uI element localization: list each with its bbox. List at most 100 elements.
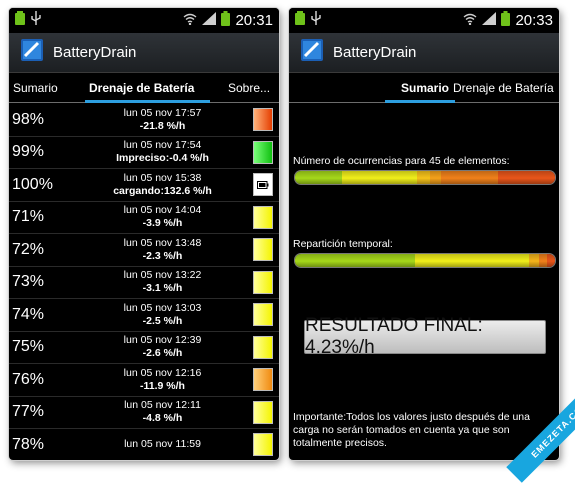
- list-item[interactable]: 98% lun 05 nov 17:57 -21.8 %/h: [9, 104, 279, 137]
- battery-percent: 78%: [12, 435, 45, 453]
- tab-sobre[interactable]: Sobre...: [228, 81, 270, 95]
- battery-notification-icon: [15, 11, 25, 30]
- reading-info: lun 05 nov 12:11 -4.8 %/h: [72, 399, 253, 425]
- reading-info: lun 05 nov 12:16 -11.9 %/h: [72, 367, 253, 393]
- status-time: 20:31: [235, 12, 273, 29]
- wifi-icon: [463, 12, 477, 30]
- battery-percent: 72%: [12, 240, 45, 258]
- usb-icon: [311, 11, 321, 30]
- tab-sumario[interactable]: Sumario: [401, 81, 449, 95]
- drain-rate: -2.6 %/h: [142, 347, 183, 360]
- drain-level-swatch: [253, 270, 273, 294]
- drain-rate: -3.1 %/h: [142, 282, 183, 295]
- list-item[interactable]: 99% lun 05 nov 17:54 Impreciso:-0.4 %/h: [9, 137, 279, 169]
- app-bar: BatteryDrain: [9, 33, 279, 73]
- status-time: 20:33: [515, 12, 553, 29]
- drain-rate: -4.8 %/h: [142, 412, 183, 425]
- battery-percent: 71%: [12, 208, 45, 226]
- reading-info: lun 05 nov 17:57 -21.8 %/h: [72, 107, 253, 133]
- temporal-bar-segment: [547, 254, 555, 267]
- list-item[interactable]: 74% lun 05 nov 13:03 -2.5 %/h: [9, 299, 279, 332]
- drain-rate: -3.9 %/h: [142, 217, 183, 230]
- temporal-bar: [295, 254, 555, 267]
- tab-bar: Sumario Drenaje de Batería: [289, 73, 559, 103]
- battery-percent: 75%: [12, 338, 45, 356]
- occurrences-bar-segment: [341, 171, 418, 184]
- wifi-icon: [183, 12, 197, 30]
- drain-level-swatch: [253, 400, 273, 424]
- signal-icon: [202, 11, 217, 30]
- list-item[interactable]: 72% lun 05 nov 13:48 -2.3 %/h: [9, 234, 279, 267]
- battery-percent: 74%: [12, 305, 45, 323]
- drain-rate: -11.9 %/h: [140, 379, 185, 392]
- status-bar: 20:31: [9, 8, 279, 33]
- signal-icon: [482, 11, 497, 30]
- app-logo-icon: [21, 39, 43, 66]
- reading-info: lun 05 nov 17:54 Impreciso:-0.4 %/h: [72, 139, 253, 165]
- reading-info: lun 05 nov 13:03 -2.5 %/h: [72, 302, 253, 328]
- drain-level-swatch: [253, 140, 273, 164]
- temporal-bar-segment: [295, 254, 415, 267]
- tab-drenaje[interactable]: Drenaje de Batería: [453, 81, 554, 95]
- drain-level-swatch: [253, 368, 273, 392]
- reading-info: lun 05 nov 12:39 -2.6 %/h: [72, 334, 253, 360]
- battery-percent: 73%: [12, 273, 45, 291]
- reading-info: lun 05 nov 14:04 -3.9 %/h: [72, 204, 253, 230]
- app-title: BatteryDrain: [333, 44, 417, 61]
- occurrences-label: Número de ocurrencias para 45 de element…: [293, 155, 510, 167]
- temporal-label: Repartición temporal:: [293, 238, 393, 250]
- drain-rate: -21.8 %/h: [139, 119, 186, 132]
- list-item[interactable]: 78% lun 05 nov 11:59: [9, 429, 279, 460]
- battery-percent: 76%: [12, 370, 45, 388]
- list-item[interactable]: 76% lun 05 nov 12:16 -11.9 %/h: [9, 364, 279, 397]
- drain-rate: -2.3 %/h: [142, 249, 183, 262]
- list-item[interactable]: 100% lun 05 nov 15:38 cargando:132.6 %/h: [9, 169, 279, 202]
- app-logo-icon: [301, 39, 323, 66]
- occurrences-bar: [295, 171, 555, 184]
- temporal-bar-segment: [529, 254, 540, 267]
- reading-info: lun 05 nov 15:38 cargando:132.6 %/h: [72, 172, 253, 198]
- tab-drenaje[interactable]: Drenaje de Batería: [89, 81, 194, 95]
- occurrences-bar-segment: [417, 171, 431, 184]
- drain-level-swatch: [253, 335, 273, 359]
- usb-icon: [31, 11, 41, 30]
- drain-level-swatch: [253, 238, 273, 262]
- final-result: RESULTADO FINAL: 4.23%/h: [304, 315, 546, 358]
- reading-date: lun 05 nov 12:16: [123, 366, 202, 379]
- list-item[interactable]: 75% lun 05 nov 12:39 -2.6 %/h: [9, 332, 279, 364]
- drain-level-swatch: [253, 108, 273, 132]
- reading-date: lun 05 nov 11:59: [124, 438, 201, 451]
- drain-level-swatch: [253, 205, 273, 229]
- drain-level-swatch: [253, 433, 273, 457]
- occurrences-bar-segment: [440, 171, 498, 184]
- reading-date: lun 05 nov 13:03: [123, 301, 202, 314]
- important-note: Importante:Todos los valores justo despu…: [293, 411, 530, 449]
- drain-level-swatch: [253, 303, 273, 327]
- occurrences-bar-segment: [430, 171, 441, 184]
- right-screen: 20:33 BatteryDrain Sumario Drenaje de Ba…: [289, 8, 559, 460]
- reading-date: lun 05 nov 14:04: [123, 204, 202, 217]
- list-item[interactable]: 71% lun 05 nov 14:04 -3.9 %/h: [9, 202, 279, 234]
- drain-rate: Impreciso:-0.4 %/h: [116, 152, 209, 165]
- reading-date: lun 05 nov 13:48: [123, 236, 202, 249]
- occurrences-bar-segment: [497, 171, 555, 184]
- reading-date: lun 05 nov 17:57: [123, 106, 202, 119]
- list-item[interactable]: 77% lun 05 nov 12:11 -4.8 %/h: [9, 397, 279, 429]
- battery-icon: [501, 10, 511, 31]
- reading-date: lun 05 nov 17:54: [123, 139, 202, 152]
- reading-info: lun 05 nov 11:59: [72, 438, 253, 451]
- temporal-bar-segment: [414, 254, 529, 267]
- occurrences-bar-segment: [295, 171, 342, 184]
- tab-sumario[interactable]: Sumario: [13, 81, 58, 95]
- list-item[interactable]: 73% lun 05 nov 13:22 -3.1 %/h: [9, 267, 279, 299]
- reading-date: lun 05 nov 12:11: [124, 399, 201, 412]
- temporal-bar-segment: [539, 254, 548, 267]
- battery-percent: 98%: [12, 110, 45, 128]
- drain-list[interactable]: 98% lun 05 nov 17:57 -21.8 %/h 99% lun 05 no…: [9, 104, 279, 460]
- drain-rate: cargando:132.6 %/h: [113, 184, 212, 197]
- reading-date: lun 05 nov 12:39: [123, 334, 202, 347]
- battery-icon: [221, 10, 231, 31]
- left-screen: 20:31 BatteryDrain Sumario Drenaje de Ba…: [9, 8, 279, 460]
- app-bar: BatteryDrain: [289, 33, 559, 73]
- tab-bar: Sumario Drenaje de Batería Sobre...: [9, 73, 279, 103]
